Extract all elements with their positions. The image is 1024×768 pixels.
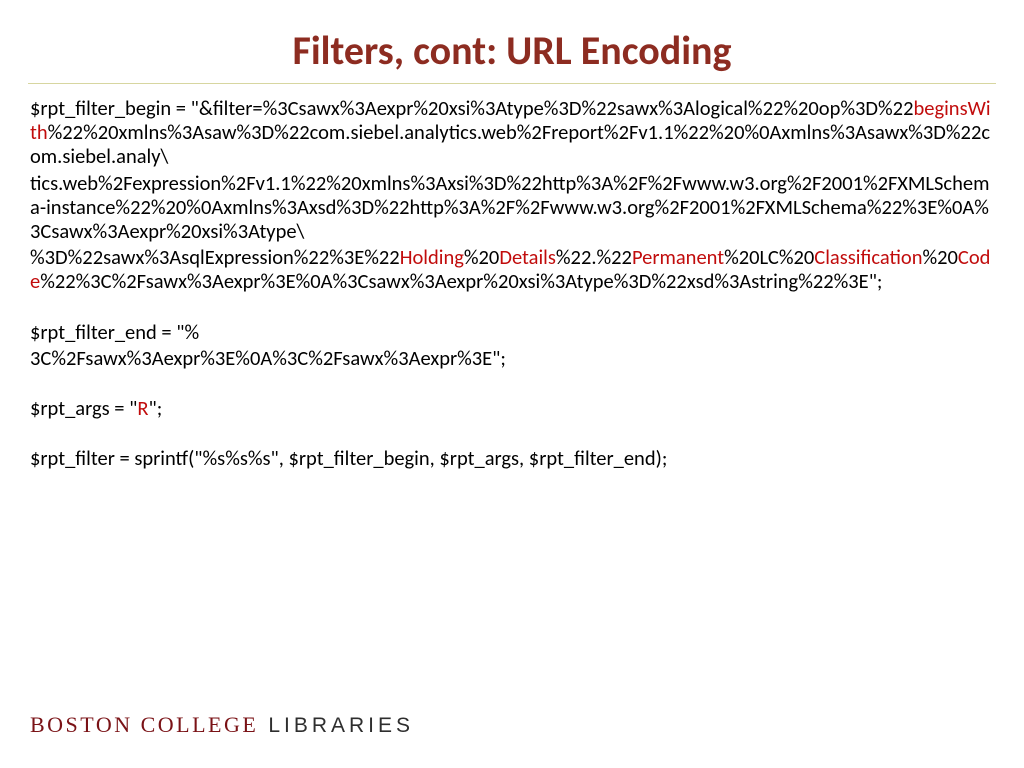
- hl-holding: Holding: [400, 244, 464, 270]
- hl-classification: Classification: [814, 244, 922, 270]
- code-body: $rpt_filter_begin = "&filter=%3Csawx%3Ae…: [0, 96, 1024, 470]
- hl-permanent: Permanent: [632, 244, 724, 270]
- code-text: %20LC%20: [724, 244, 814, 270]
- code-line: tics.web%2Fexpression%2Fv1.1%22%20xmlns%…: [30, 171, 994, 244]
- code-text: %22%20xmlns%3Asaw%3D%22com.siebel.analyt…: [30, 119, 990, 169]
- code-line: 3C%2Fsawx%3Aexpr%3E%0A%3C%2Fsawx%3Aexpr%…: [30, 346, 994, 370]
- code-line: $rpt_filter_end = "%: [30, 320, 994, 344]
- code-text: %3D%22sawx%3AsqlExpression%22%3E%22: [30, 244, 400, 270]
- code-text: $rpt_filter_begin = "&filter=%3Csawx%3Ae…: [30, 95, 913, 121]
- footer-bc-text: BOSTON COLLEGE: [30, 712, 258, 738]
- code-text: %20: [464, 244, 499, 270]
- code-text: ";: [149, 395, 163, 421]
- code-text: %22.%22: [556, 244, 632, 270]
- code-text: ";: [869, 268, 883, 294]
- footer-logo: BOSTON COLLEGE LIBRARIES: [30, 712, 414, 738]
- code-line: %3D%22sawx%3AsqlExpression%22%3E%22Holdi…: [30, 245, 994, 293]
- code-line: $rpt_args = "R";: [30, 396, 994, 420]
- code-line: $rpt_filter_begin = "&filter=%3Csawx%3Ae…: [30, 96, 994, 169]
- code-text: %20: [922, 244, 957, 270]
- hl-r: R: [137, 395, 148, 421]
- code-text: $rpt_filter = sprintf("%s%s%s", $rpt_fil…: [30, 445, 667, 471]
- code-text: 3C%2Fsawx%3Aexpr%3E%0A%3C%2Fsawx%3Aexpr%…: [30, 345, 506, 371]
- hl-details: Details: [499, 244, 556, 270]
- code-line: $rpt_filter = sprintf("%s%s%s", $rpt_fil…: [30, 446, 994, 470]
- footer-lib-text: LIBRARIES: [268, 714, 414, 738]
- slide-title: Filters, cont: URL Encoding: [0, 0, 1024, 83]
- code-text: %22%3C%2Fsawx%3Aexpr%3E%0A%3Csawx%3Aexpr…: [40, 268, 868, 294]
- code-text: $rpt_filter_end = "%: [30, 319, 199, 345]
- title-divider: [28, 83, 996, 84]
- code-text: $rpt_args = ": [30, 395, 137, 421]
- code-text: tics.web%2Fexpression%2Fv1.1%22%20xmlns%…: [30, 170, 989, 244]
